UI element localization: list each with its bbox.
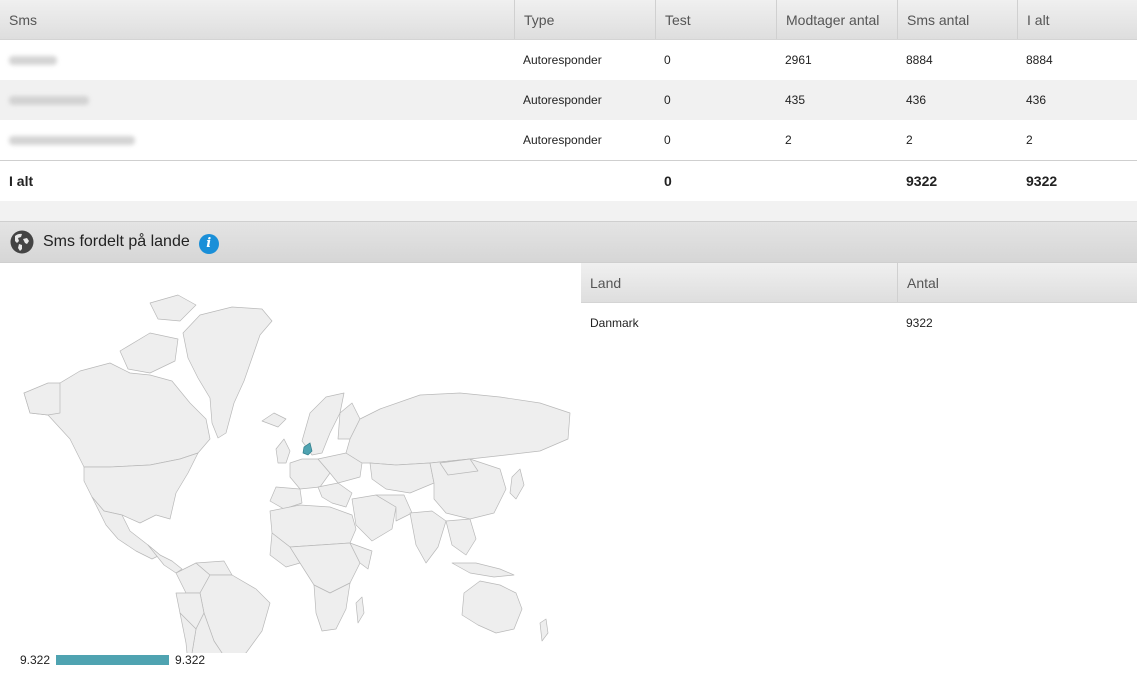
table-row[interactable]: Autoresponder 0 435 436 436 — [0, 80, 1137, 120]
footer-label: I alt — [9, 173, 34, 189]
column-header-test[interactable]: Test — [655, 0, 776, 39]
country-table-header: Land Antal — [581, 263, 1137, 303]
country-uk — [275, 438, 291, 464]
sms-name-cell[interactable] — [0, 80, 514, 120]
section-spacer — [0, 201, 1137, 221]
column-header-count[interactable]: Antal — [897, 263, 1137, 302]
test-cell: 0 — [664, 133, 671, 147]
country-north-africa — [269, 504, 357, 548]
count-cell: 9322 — [906, 316, 933, 330]
table-footer-total: I alt 0 9322 9322 — [0, 160, 1137, 201]
sms-count-cell: 2 — [906, 133, 913, 147]
country-canada — [23, 362, 211, 468]
table-row[interactable]: Autoresponder 0 2 2 2 — [0, 120, 1137, 160]
footer-test: 0 — [664, 173, 672, 189]
country-kazakhstan — [369, 462, 435, 494]
section-title: Sms fordelt på lande — [43, 233, 190, 250]
country-madagascar — [355, 596, 365, 624]
world-map: 9.322 9.322 — [0, 263, 580, 690]
column-header-sms[interactable]: Sms — [0, 0, 514, 39]
column-header-type[interactable]: Type — [514, 0, 655, 39]
table-row[interactable]: Autoresponder 0 2961 8884 8884 — [0, 40, 1137, 80]
total-cell: 8884 — [1026, 53, 1053, 67]
country-cell: Danmark — [590, 316, 639, 330]
sms-name-cell[interactable] — [0, 40, 514, 80]
column-header-total[interactable]: I alt — [1017, 0, 1137, 39]
legend-color-bar — [56, 655, 170, 665]
test-cell: 0 — [664, 93, 671, 107]
total-cell: 2 — [1026, 133, 1033, 147]
sms-count-cell: 436 — [906, 93, 927, 107]
test-cell: 0 — [664, 53, 671, 67]
type-cell: Autoresponder — [523, 53, 602, 67]
country-central-america — [147, 544, 183, 574]
type-cell: Autoresponder — [523, 133, 602, 147]
country-canada-islands-2 — [149, 294, 197, 322]
country-australia — [461, 580, 523, 634]
sms-table-header: Sms Type Test Modtager antal Sms antal I… — [0, 0, 1137, 40]
redacted-sms-name — [0, 80, 160, 120]
country-india — [409, 510, 447, 564]
country-indonesia — [451, 562, 515, 578]
recipients-cell: 435 — [785, 93, 806, 107]
column-header-recipients[interactable]: Modtager antal — [776, 0, 897, 39]
countries-section-header: Sms fordelt på lande i — [0, 221, 1137, 263]
country-japan — [509, 468, 525, 500]
world-map-svg — [23, 294, 571, 653]
recipients-cell: 2961 — [785, 53, 812, 67]
sms-name-cell[interactable] — [0, 120, 514, 160]
country-table: Land Antal Danmark 9322 — [581, 263, 1137, 343]
country-italy-balkans — [317, 482, 353, 508]
info-icon[interactable]: i — [198, 233, 219, 254]
footer-total: 9322 — [1026, 173, 1058, 189]
total-cell: 436 — [1026, 93, 1047, 107]
column-header-sms-count[interactable]: Sms antal — [897, 0, 1017, 39]
country-southeast-asia — [445, 518, 477, 556]
recipients-cell: 2 — [785, 133, 792, 147]
type-cell: Autoresponder — [523, 93, 602, 107]
globe-icon — [10, 230, 34, 254]
footer-sms-count: 9322 — [906, 173, 938, 189]
redacted-sms-name — [0, 40, 160, 80]
map-legend: 9.322 9.322 — [20, 653, 205, 667]
legend-min-value: 9.322 — [20, 653, 51, 667]
table-row[interactable]: Danmark 9322 — [581, 303, 1137, 343]
column-header-country[interactable]: Land — [581, 263, 897, 302]
country-new-zealand — [539, 618, 549, 642]
country-iceland — [261, 412, 287, 428]
sms-count-cell: 8884 — [906, 53, 933, 67]
country-alaska — [23, 382, 61, 416]
country-russia — [345, 392, 571, 466]
legend-max-value: 9.322 — [175, 653, 206, 667]
sms-table: Sms Type Test Modtager antal Sms antal I… — [0, 0, 1137, 201]
redacted-sms-name — [0, 120, 160, 160]
country-canada-islands — [119, 332, 179, 374]
